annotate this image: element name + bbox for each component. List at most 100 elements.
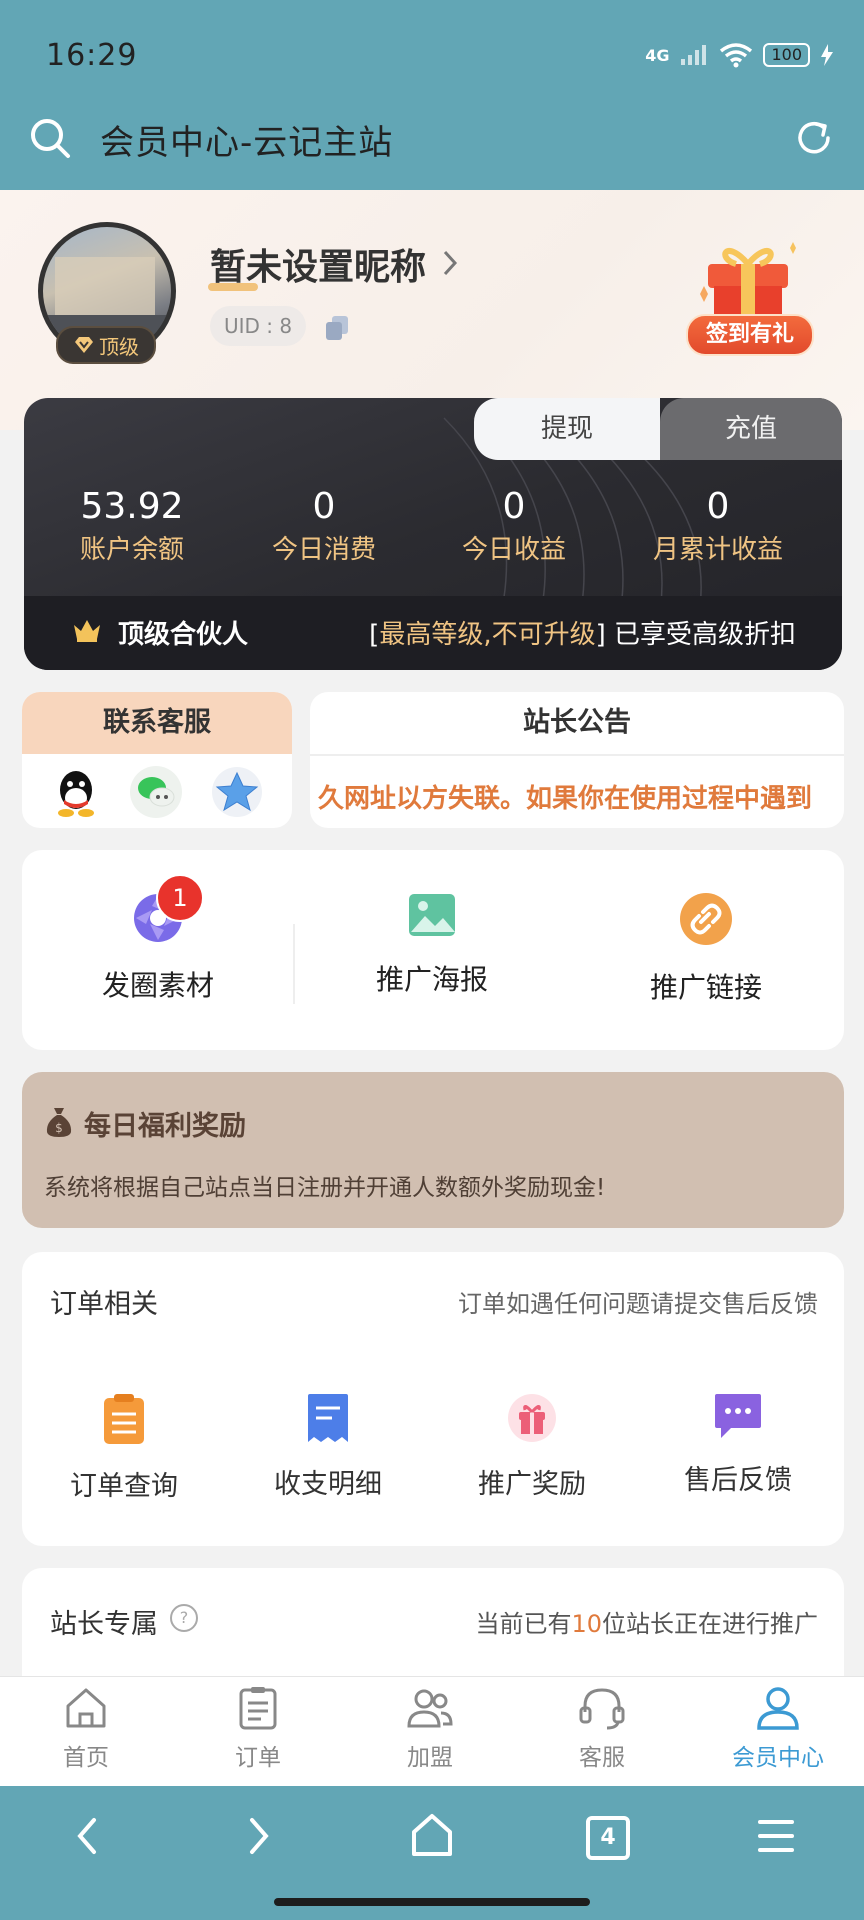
stat-label: 今日收益 [461, 535, 566, 565]
menu-icon[interactable] [756, 1816, 796, 1856]
svg-text:$: $ [55, 1121, 63, 1135]
user-icon [757, 1687, 799, 1730]
stat-value: 53.92 [80, 486, 184, 527]
stat-label: 账户余额 [79, 535, 184, 565]
stat-month-income[interactable]: 0 月累计收益 [618, 486, 818, 566]
orders-note: 订单如遇任何问题请提交售后反馈 [458, 1290, 818, 1318]
forward-icon[interactable] [244, 1814, 274, 1858]
home-indicator[interactable] [274, 1898, 590, 1906]
nickname-underline [208, 283, 258, 291]
notice-title: 站长公告 [310, 692, 844, 756]
nav-home[interactable]: 首页 [0, 1686, 172, 1772]
home-icon [66, 1688, 106, 1728]
list-icon [239, 1687, 277, 1730]
tab-recharge[interactable]: 充值 [660, 398, 842, 460]
tool-label: 推广海报 [375, 963, 488, 996]
order-item-label: 售后反馈 [684, 1465, 792, 1496]
notice-marquee-text[interactable]: 久网址以方失联。如果你在使用过程中遇到 [318, 778, 836, 815]
checkin-gift-button[interactable]: 签到有礼 [686, 314, 814, 356]
stat-label: 今日消费 [271, 535, 376, 565]
back-icon[interactable] [72, 1814, 102, 1858]
nav-label: 客服 [579, 1745, 625, 1771]
nav-support[interactable]: 客服 [516, 1686, 688, 1772]
stat-value: 0 [706, 486, 730, 527]
stat-label: 月累计收益 [652, 535, 783, 565]
nav-join[interactable]: 加盟 [344, 1686, 516, 1772]
refresh-icon[interactable] [792, 116, 836, 160]
stat-account-balance[interactable]: 53.92 账户余额 [32, 486, 232, 566]
link-icon [680, 893, 732, 945]
search-icon[interactable] [28, 116, 72, 160]
tool-promo-link[interactable]: 推广链接 [586, 892, 826, 1006]
notification-badge: 1 [156, 874, 204, 922]
crown-icon [74, 620, 100, 642]
station-note-suffix: 位站长正在进行推广 [602, 1610, 818, 1638]
order-item-label: 推广奖励 [478, 1469, 586, 1500]
money-bag-icon: $ [46, 1108, 72, 1137]
battery-indicator: 100 [763, 43, 810, 67]
stat-today-spend[interactable]: 0 今日消费 [224, 486, 424, 566]
copy-icon[interactable] [324, 314, 350, 342]
reward-title: 每日福利奖励 [84, 1111, 246, 1142]
station-note: 当前已有10位站长正在进行推广 [475, 1604, 818, 1639]
station-note-prefix: 当前已有 [475, 1610, 572, 1638]
tool-promo-poster[interactable]: 推广海报 [312, 892, 552, 998]
bracket-open: [ [369, 620, 380, 650]
station-count: 10 [571, 1610, 602, 1638]
partner-title: 顶级合伙人 [118, 620, 249, 650]
after-sales-feedback[interactable]: 售后反馈 [636, 1392, 840, 1497]
signal-icon [681, 45, 707, 65]
nav-label: 会员中心 [732, 1745, 824, 1771]
receipt-icon [308, 1394, 348, 1442]
home-button-icon[interactable] [410, 1812, 454, 1858]
gift-box-icon [508, 1394, 556, 1442]
network-label: 4G [645, 45, 670, 65]
image-icon [409, 894, 455, 936]
reward-text: 系统将根据自己站点当日注册并开通人数额外奖励现金! [44, 1175, 606, 1201]
nav-label: 订单 [235, 1745, 281, 1771]
charging-icon [821, 44, 833, 66]
chevron-right-icon[interactable] [440, 248, 460, 278]
tool-label: 推广链接 [649, 971, 762, 1004]
wechat-icon[interactable] [128, 766, 184, 818]
tabs-count-button[interactable]: 4 [586, 1816, 630, 1860]
page-title: 会员中心-云记主站 [100, 123, 394, 163]
status-icons: 4G 100 [645, 42, 834, 68]
qq-icon[interactable] [52, 768, 100, 818]
partner-suffix: 已享受高级折扣 [605, 620, 796, 650]
order-item-label: 订单查询 [70, 1471, 178, 1502]
stat-value: 0 [502, 486, 526, 527]
chat-bubble-icon [715, 1394, 761, 1438]
wifi-icon [720, 43, 753, 68]
help-icon[interactable]: ? [170, 1604, 198, 1632]
order-query[interactable]: 订单查询 [22, 1392, 226, 1503]
station-title: 站长专属 [50, 1609, 158, 1640]
stat-value: 0 [312, 486, 336, 527]
tab-withdraw[interactable]: 提现 [474, 398, 660, 460]
nav-label: 首页 [63, 1745, 109, 1771]
nav-member-center[interactable]: 会员中心 [692, 1686, 864, 1772]
star-icon[interactable] [210, 766, 264, 818]
nav-orders[interactable]: 订单 [172, 1686, 344, 1772]
partner-highlight: 最高等级,不可升级 [379, 620, 596, 650]
tool-label: 发圈素材 [101, 969, 214, 1002]
status-time: 16:29 [46, 38, 138, 73]
users-icon [407, 1689, 453, 1728]
stat-today-income[interactable]: 0 今日收益 [414, 486, 614, 566]
daily-reward-card[interactable] [22, 1072, 844, 1228]
level-badge: 顶级 [56, 326, 156, 364]
income-expense-detail[interactable]: 收支明细 [226, 1392, 430, 1501]
headset-icon [579, 1688, 625, 1730]
promo-reward[interactable]: 推广奖励 [430, 1392, 634, 1501]
orders-title: 订单相关 [50, 1289, 158, 1320]
order-item-label: 收支明细 [274, 1469, 382, 1500]
nav-label: 加盟 [407, 1745, 453, 1771]
uid-badge: UID : 8 [210, 306, 306, 346]
divider [293, 924, 295, 1004]
clipboard-icon [104, 1394, 144, 1444]
contact-title: 联系客服 [22, 692, 292, 754]
diamond-heart-icon [75, 337, 93, 353]
bracket-close: ] [595, 620, 606, 650]
partner-note: [最高等级,不可升级] 已享受高级折扣 [369, 614, 796, 651]
level-badge-label: 顶级 [99, 334, 139, 359]
